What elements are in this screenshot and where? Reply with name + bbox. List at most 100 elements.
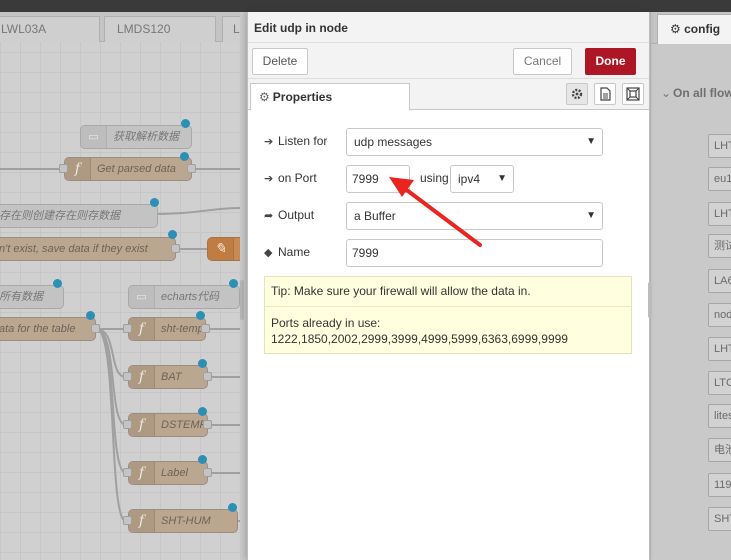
- status-dot: [180, 152, 189, 161]
- feather-icon: ✎: [208, 238, 234, 260]
- node-port[interactable]: [187, 164, 196, 173]
- edit-node-tray: Edit udp in node Delete Cancel Done ⚙ Pro…: [247, 12, 650, 560]
- cancel-button[interactable]: Cancel: [513, 48, 572, 75]
- config-node-item[interactable]: nod: [708, 303, 731, 327]
- tab-properties[interactable]: ⚙ Properties: [250, 83, 410, 111]
- name-row: ◆ Name 7999: [264, 239, 644, 267]
- status-dot: [168, 230, 177, 239]
- flow-node[interactable]: f DSTEMP: [128, 413, 208, 437]
- tag-icon: ◆: [264, 247, 273, 259]
- flow-node[interactable]: 所有数据: [0, 285, 64, 309]
- listen-for-label: ➔ Listen for: [264, 134, 327, 148]
- node-port[interactable]: [123, 420, 132, 429]
- delete-button[interactable]: Delete: [252, 48, 308, 75]
- listen-for-value: udp messages: [354, 135, 433, 149]
- ports-in-use-list: 1222,1850,2002,2999,3999,4999,5999,6363,…: [271, 332, 568, 346]
- tab-settings[interactable]: [566, 83, 588, 105]
- status-dot: [228, 503, 237, 512]
- tab-config[interactable]: ⚙ config: [657, 14, 731, 44]
- config-node-item[interactable]: 119: [708, 473, 731, 497]
- tray-title: Edit udp in node: [254, 21, 348, 35]
- node-label: 存在则创建存在则存数据: [0, 210, 120, 222]
- tab-appearance[interactable]: [622, 83, 644, 105]
- tray-toolbar: Delete Cancel Done: [248, 43, 649, 79]
- chevron-down-icon: ▼: [497, 173, 507, 184]
- done-button[interactable]: Done: [585, 48, 636, 75]
- node-port[interactable]: [59, 164, 68, 173]
- node-label: Get parsed data: [97, 163, 176, 175]
- on-port-label: ➔ on Port: [264, 171, 317, 185]
- flow-node[interactable]: ▭ 获取解析数据: [80, 125, 192, 149]
- output-value: a Buffer: [354, 209, 396, 223]
- section-label: On all flow: [673, 86, 731, 100]
- flow-node[interactable]: 存在则创建存在则存数据: [0, 204, 158, 228]
- node-label: echarts代码: [161, 291, 220, 303]
- node-label: BAT: [161, 371, 182, 383]
- gear-icon: ⚙: [259, 90, 270, 104]
- config-node-item[interactable]: 测试: [708, 234, 731, 258]
- listen-for-row: ➔ Listen for udp messages ▼: [264, 128, 644, 156]
- flow-node[interactable]: ata for the table: [0, 317, 96, 341]
- function-icon: f: [129, 510, 155, 532]
- node-port[interactable]: [203, 372, 212, 381]
- flow-node[interactable]: f SHT-HUM: [128, 509, 238, 533]
- node-port[interactable]: [171, 244, 180, 253]
- config-node-item[interactable]: 电池: [708, 438, 731, 462]
- status-dot: [198, 359, 207, 368]
- function-icon: f: [129, 462, 155, 484]
- listen-for-text: Listen for: [278, 134, 328, 148]
- node-label: sht-temp: [161, 323, 204, 335]
- flow-node[interactable]: f Get parsed data: [64, 157, 192, 181]
- ports-in-use-box: Ports already in use: 1222,1850,2002,299…: [264, 306, 632, 354]
- firewall-tip: Tip: Make sure your firewall will allow …: [264, 276, 632, 307]
- node-port[interactable]: [123, 372, 132, 381]
- flow-node[interactable]: n't exist, save data if they exist: [0, 237, 176, 261]
- using-label: using: [420, 171, 449, 185]
- node-port[interactable]: [203, 420, 212, 429]
- node-label: DSTEMP: [161, 419, 207, 431]
- ip-version-select[interactable]: ipv4 ▼: [450, 165, 514, 193]
- listen-for-select[interactable]: udp messages ▼: [346, 128, 603, 156]
- node-port[interactable]: [123, 324, 132, 333]
- on-all-flows-section[interactable]: ⌄ On all flow: [661, 86, 731, 100]
- sign-in-icon: ➔: [264, 173, 274, 185]
- config-node-item[interactable]: LA6: [708, 269, 731, 293]
- output-select[interactable]: a Buffer ▼: [346, 202, 603, 230]
- flow-node[interactable]: ▭ echarts代码: [128, 285, 240, 309]
- config-node-item[interactable]: LTC: [708, 371, 731, 395]
- workspace-resize-handle[interactable]: [240, 280, 244, 320]
- flow-node[interactable]: ✎: [207, 237, 240, 261]
- config-node-item[interactable]: SHT: [708, 507, 731, 531]
- config-node-item[interactable]: eu1: [708, 167, 731, 191]
- function-icon: f: [129, 318, 155, 340]
- flow-workspace[interactable]: LWL03A LMDS120 L ▭ 获取解析数据 f Get parsed d…: [0, 12, 240, 560]
- node-port[interactable]: [201, 324, 210, 333]
- config-node-item[interactable]: LHT: [708, 134, 731, 158]
- node-port[interactable]: [123, 516, 132, 525]
- status-dot: [181, 119, 190, 128]
- config-node-item[interactable]: lites: [708, 404, 731, 428]
- config-node-item[interactable]: LHT: [708, 202, 731, 226]
- status-dot: [53, 279, 62, 288]
- status-dot: [229, 279, 238, 288]
- tab-description[interactable]: [594, 83, 616, 105]
- chevron-down-icon: ▼: [586, 210, 596, 221]
- node-port[interactable]: [91, 324, 100, 333]
- node-port[interactable]: [123, 468, 132, 477]
- sign-out-icon: ➦: [264, 210, 274, 222]
- status-dot: [198, 455, 207, 464]
- config-node-item[interactable]: LHT: [708, 337, 731, 361]
- node-label: n't exist, save data if they exist: [0, 243, 148, 255]
- name-input[interactable]: 7999: [346, 239, 603, 267]
- name-text: Name: [278, 245, 311, 259]
- gear-icon: [571, 88, 583, 100]
- comment-icon: ▭: [81, 126, 107, 148]
- tray-resize-handle[interactable]: [648, 282, 652, 318]
- flow-node[interactable]: f sht-temp: [128, 317, 206, 341]
- flow-node[interactable]: f BAT: [128, 365, 208, 389]
- editor-tab-strip: ⚙ Properties: [248, 79, 649, 111]
- flow-node[interactable]: f Label: [128, 461, 208, 485]
- port-input[interactable]: 7999: [346, 165, 410, 193]
- node-label: Label: [161, 467, 188, 479]
- node-port[interactable]: [203, 468, 212, 477]
